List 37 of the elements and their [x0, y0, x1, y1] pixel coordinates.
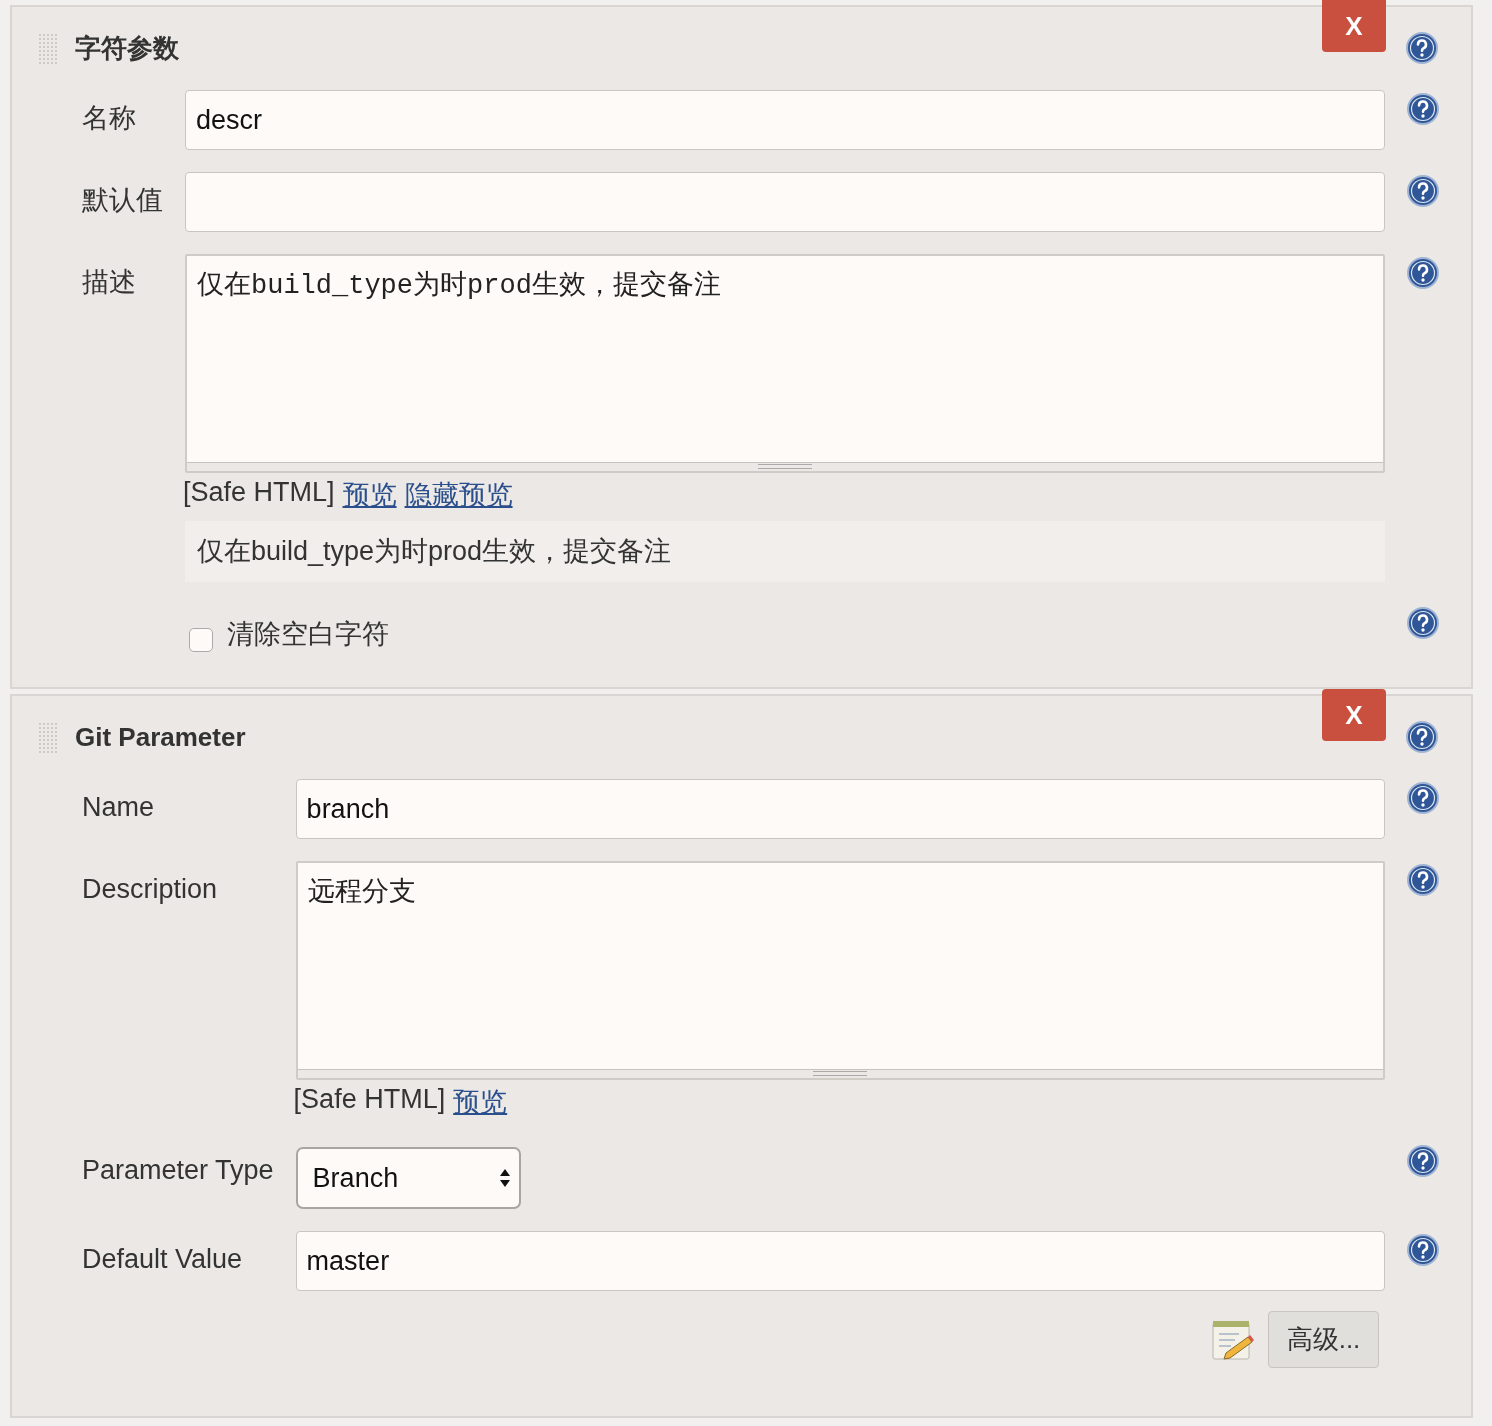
help-icon[interactable]: [1407, 782, 1439, 814]
help-icon[interactable]: [1407, 175, 1439, 207]
field-label: 名称: [81, 102, 137, 135]
advanced-button[interactable]: 高级...: [1268, 1311, 1379, 1368]
text-input[interactable]: branch: [295, 779, 1385, 839]
help-icon[interactable]: [1407, 1145, 1439, 1177]
format-note: [Safe HTML]: [293, 1084, 446, 1116]
field-label: 默认值: [81, 184, 163, 217]
field-label: Name: [81, 791, 156, 824]
section-title: 字符参数: [75, 31, 179, 65]
delete-button[interactable]: X: [1322, 689, 1386, 741]
field-label: Parameter Type: [81, 1154, 274, 1187]
help-icon[interactable]: [1406, 32, 1438, 64]
delete-button[interactable]: X: [1322, 0, 1386, 52]
preview-link[interactable]: 预览: [453, 1084, 508, 1120]
textarea-field[interactable]: 仅在build_type为时prod生效，提交备注: [185, 254, 1385, 473]
help-icon[interactable]: [1406, 721, 1438, 753]
text-input[interactable]: descr: [185, 90, 1385, 150]
preview-link[interactable]: 隐藏预览: [404, 477, 513, 513]
field-label: Description: [81, 873, 219, 906]
section-title: Git Parameter: [75, 721, 246, 753]
field-label: Default Value: [81, 1243, 244, 1276]
preview-text: 仅在build_type为时prod生效，提交备注: [185, 521, 1385, 582]
help-icon[interactable]: [1407, 864, 1439, 896]
preview-link[interactable]: 预览: [342, 477, 397, 513]
text-input[interactable]: [185, 172, 1385, 232]
field-label: 描述: [81, 266, 137, 299]
type-select[interactable]: Branch: [295, 1147, 521, 1209]
text-input[interactable]: master: [295, 1231, 1385, 1291]
help-icon[interactable]: [1407, 93, 1439, 125]
help-icon[interactable]: [1407, 257, 1439, 289]
help-icon[interactable]: [1407, 607, 1439, 639]
format-note: [Safe HTML]: [183, 477, 335, 509]
checkbox[interactable]: [189, 628, 213, 652]
help-icon[interactable]: [1407, 1234, 1439, 1266]
checkbox-label: 清除空白字符: [227, 618, 389, 651]
textarea-field[interactable]: 远程分支: [295, 861, 1385, 1080]
